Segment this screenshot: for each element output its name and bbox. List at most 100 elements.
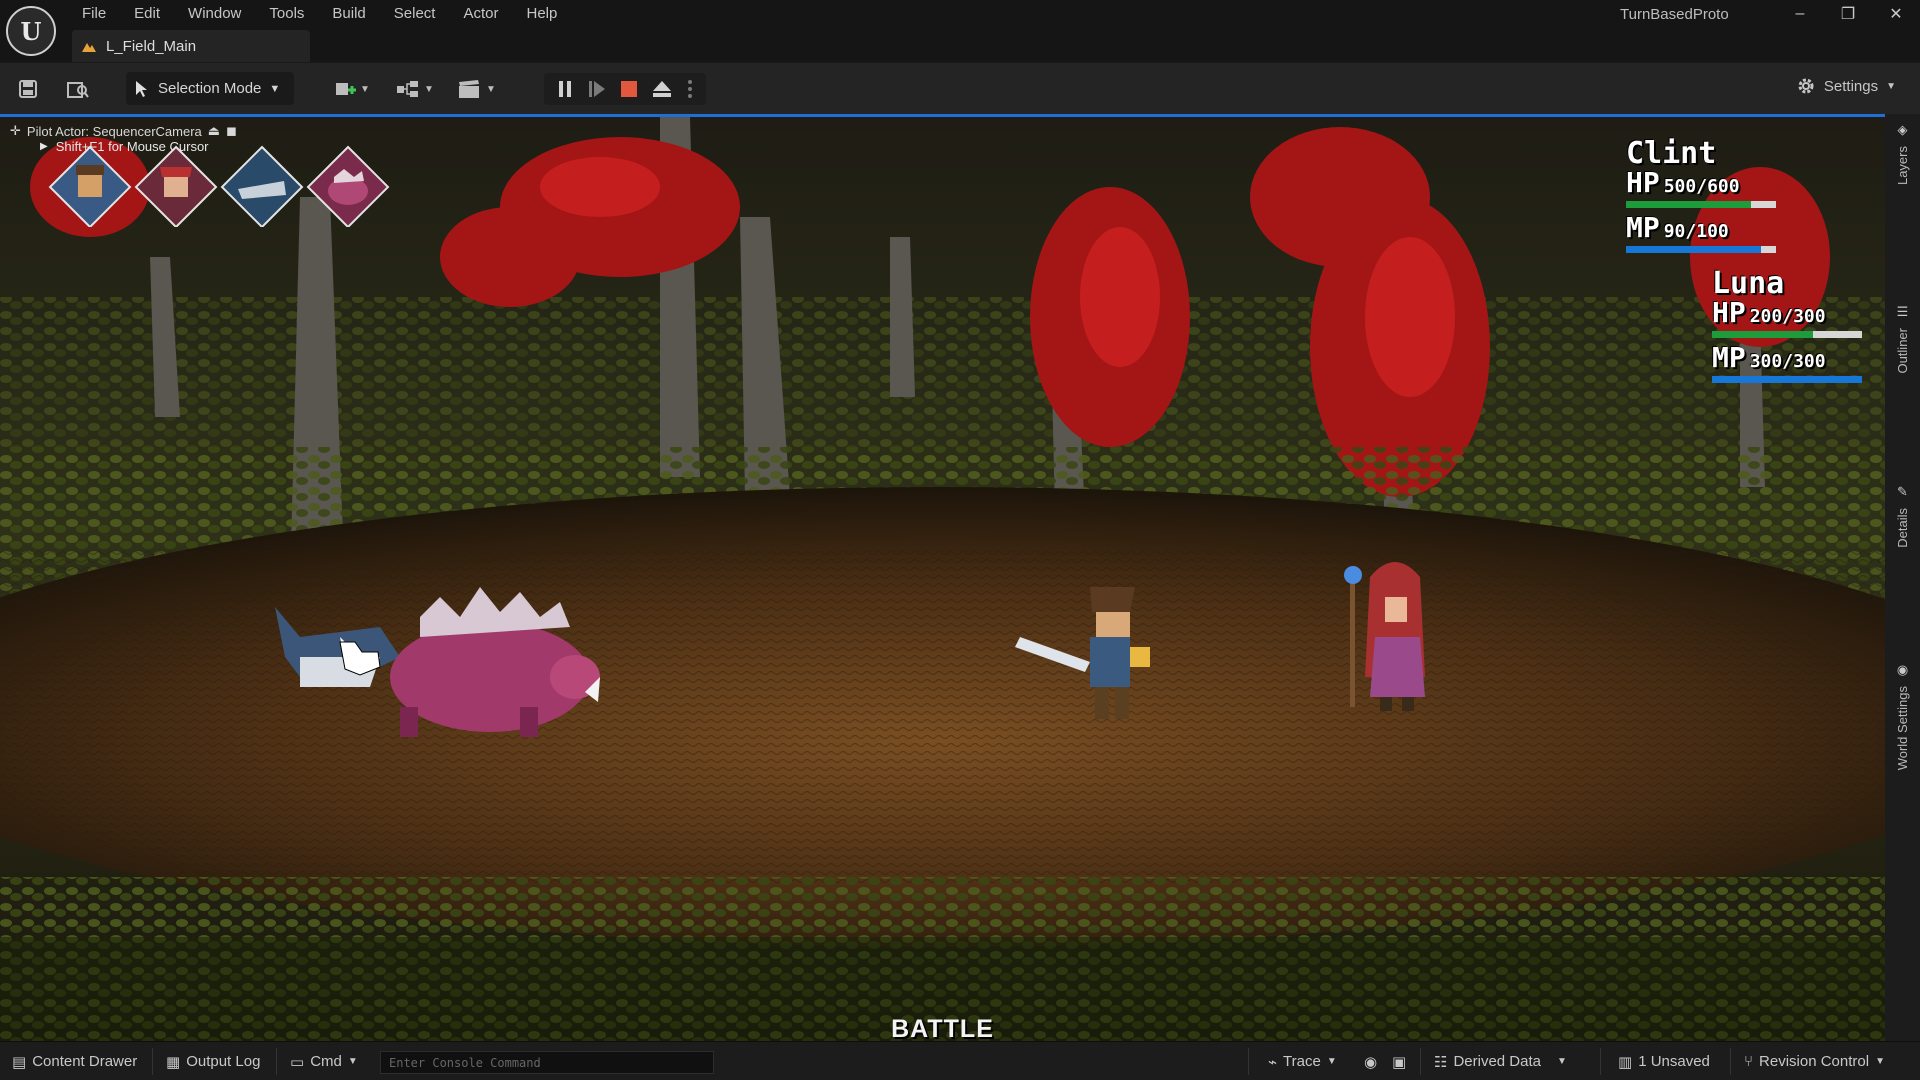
divider: [276, 1048, 277, 1075]
menu-build[interactable]: Build: [318, 0, 379, 28]
eject-icon[interactable]: [652, 80, 672, 98]
tab-layers[interactable]: ◈ Layers: [1885, 122, 1920, 185]
chevron-down-icon: ▼: [360, 83, 370, 95]
chevron-down-icon: ▼: [1557, 1056, 1567, 1067]
menu-edit[interactable]: Edit: [120, 0, 174, 28]
selection-mode-dropdown[interactable]: Selection Mode ▼: [126, 72, 294, 105]
record-icon: ◉: [1364, 1053, 1378, 1071]
level-tab[interactable]: L_Field_Main: [72, 30, 310, 62]
minimize-button[interactable]: –: [1776, 0, 1824, 28]
blueprint-button[interactable]: ▼: [396, 75, 434, 103]
mp-label: MP: [1626, 211, 1660, 244]
pause-icon[interactable]: [557, 80, 573, 98]
details-icon: ✎: [1897, 484, 1908, 499]
cmd-label: Cmd: [310, 1053, 342, 1070]
settings-label: Settings: [1823, 77, 1879, 95]
tab-world-settings[interactable]: ◉ World Settings: [1885, 662, 1920, 770]
menu-bar: File Edit Window Tools Build Select Acto…: [68, 0, 571, 28]
divider: [152, 1048, 153, 1075]
chevron-down-icon: ▼: [1886, 80, 1896, 92]
chevron-down-icon: ▼: [347, 1056, 358, 1067]
divider: [1730, 1048, 1731, 1075]
hp-bar: [1626, 201, 1776, 208]
cinematics-button[interactable]: ▼: [458, 75, 496, 103]
outliner-icon: ☰: [1896, 304, 1909, 319]
output-log-button[interactable]: ▦ Output Log: [166, 1042, 260, 1080]
mp-bar: [1626, 246, 1776, 253]
selection-mode-label: Selection Mode: [158, 80, 262, 97]
logo-glyph: U: [20, 16, 42, 46]
mage-portrait: [134, 145, 218, 227]
content-drawer-button[interactable]: ▤ Content Drawer: [12, 1042, 137, 1080]
unreal-logo-icon[interactable]: U: [6, 6, 56, 56]
derived-data-dropdown[interactable]: ☷ Derived Data ▼: [1434, 1042, 1567, 1080]
chevron-down-icon: ▼: [486, 83, 496, 95]
more-icon[interactable]: [687, 79, 693, 99]
globe-icon: ◉: [1896, 662, 1909, 677]
menu-help[interactable]: Help: [513, 0, 572, 28]
cmd-dropdown[interactable]: ▭ Cmd ▼: [290, 1042, 358, 1080]
divider: [1600, 1048, 1601, 1075]
window-controls: – ❐ ✕: [1776, 0, 1920, 28]
tab-details-label: Details: [1895, 508, 1910, 548]
play-arrow-icon: ▶: [40, 141, 48, 152]
output-log-label: Output Log: [186, 1053, 261, 1070]
terminal-icon: ▭: [290, 1053, 305, 1071]
hp-value: 200/300: [1749, 306, 1826, 327]
mp-bar-fill: [1712, 376, 1862, 383]
status-bar: ▤ Content Drawer ▦ Output Log ▭ Cmd ▼ ⌁ …: [0, 1041, 1920, 1080]
hp-row: HP 200/300: [1712, 296, 1862, 329]
divider: [1248, 1048, 1249, 1075]
unsaved-button[interactable]: ▥ 1 Unsaved: [1618, 1042, 1710, 1080]
layers-icon: ◈: [1897, 122, 1908, 137]
step-icon[interactable]: [588, 80, 606, 98]
divider: [1420, 1048, 1421, 1075]
console-command-input[interactable]: [380, 1051, 714, 1074]
game-scene: [0, 117, 1885, 1041]
mp-value: 300/300: [1749, 351, 1826, 372]
mp-value: 90/100: [1663, 221, 1729, 242]
record-button[interactable]: ◉: [1364, 1042, 1377, 1080]
wolf-portrait: [220, 145, 304, 227]
save-icon[interactable]: [14, 75, 42, 103]
tab-world-settings-label: World Settings: [1895, 686, 1910, 771]
hp-value: 500/600: [1663, 176, 1740, 197]
hp-label: HP: [1712, 296, 1746, 329]
derived-data-icon: ☷: [1434, 1053, 1448, 1071]
add-actor-button[interactable]: ▼: [334, 75, 370, 103]
content-drawer-icon: ▤: [12, 1053, 27, 1071]
menu-actor[interactable]: Actor: [449, 0, 512, 28]
tab-layers-label: Layers: [1895, 146, 1910, 186]
stop-icon[interactable]: [620, 80, 638, 98]
derived-data-label: Derived Data: [1453, 1053, 1541, 1070]
tab-outliner[interactable]: ☰ Outliner: [1885, 304, 1920, 374]
tab-details[interactable]: ✎ Details: [1885, 484, 1920, 548]
tab-outliner-label: Outliner: [1895, 328, 1910, 374]
level-tab-label: L_Field_Main: [106, 37, 197, 55]
screenshot-button[interactable]: ▣: [1392, 1042, 1406, 1080]
revision-control-dropdown[interactable]: ⑂ Revision Control ▼: [1744, 1042, 1885, 1080]
settings-button[interactable]: Settings ▼: [1796, 76, 1896, 96]
close-button[interactable]: ✕: [1872, 0, 1920, 28]
chevron-down-icon: ▼: [269, 82, 281, 95]
hp-bar-fill: [1626, 201, 1751, 208]
settings-icon: [1798, 78, 1814, 94]
menu-tools[interactable]: Tools: [255, 0, 318, 28]
level-viewport[interactable]: ✛ Pilot Actor: SequencerCamera ⏏ ◼ ▶ Shi…: [0, 114, 1885, 1041]
trace-dropdown[interactable]: ⌁ Trace ▼: [1268, 1042, 1337, 1080]
mp-label: MP: [1712, 341, 1746, 374]
menu-window[interactable]: Window: [174, 0, 255, 28]
menu-select[interactable]: Select: [380, 0, 450, 28]
project-name: TurnBasedProto: [1620, 6, 1729, 23]
party-stat-clint: Clint HP 500/600 MP 90/100: [1626, 137, 1776, 261]
restore-button[interactable]: ❐: [1824, 0, 1872, 28]
content-browser-icon[interactable]: [64, 75, 92, 103]
menu-file[interactable]: File: [68, 0, 120, 28]
trace-icon: ⌁: [1268, 1053, 1278, 1071]
mp-bar-fill: [1626, 246, 1761, 253]
revision-control-icon: ⑂: [1744, 1053, 1754, 1070]
play-controls: [544, 73, 706, 105]
mp-row: MP 90/100: [1626, 211, 1776, 244]
chevron-down-icon: ▼: [424, 83, 434, 95]
mp-row: MP 300/300: [1712, 341, 1862, 374]
